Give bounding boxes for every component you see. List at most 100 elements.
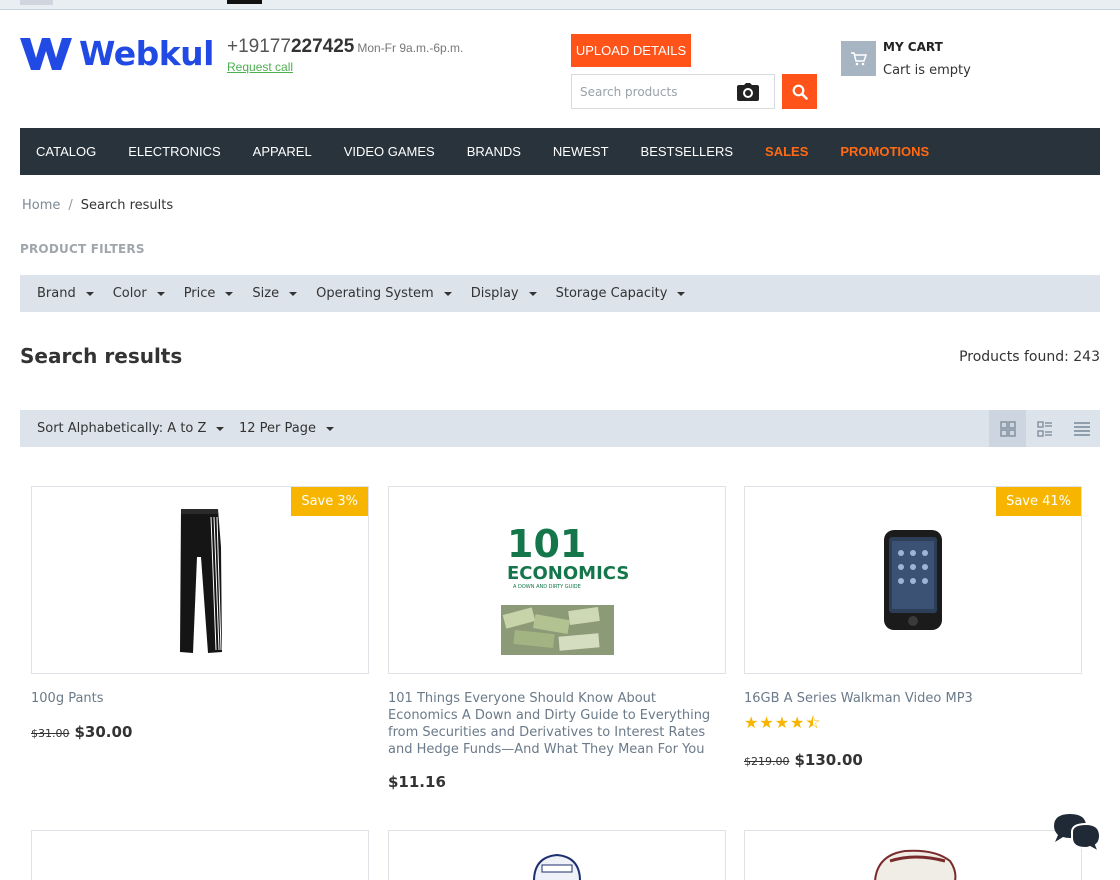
price: $30.00 [74,723,133,741]
caret-down-icon [85,291,94,296]
filter-label: Brand [37,286,76,301]
filter-price[interactable]: Price [184,286,234,301]
product-thumbnail-image [533,853,581,880]
price-row: $31.00 $30.00 [31,723,132,741]
filter-operating-system[interactable]: Operating System [316,286,452,301]
filter-size[interactable]: Size [252,286,298,301]
chat-button[interactable] [1050,812,1102,856]
save-badge: Save 3% [291,487,368,516]
filter-bar: Brand Color Price Size Operating System … [20,275,1100,312]
breadcrumb: Home / Search results [22,198,173,213]
nav-item-brands[interactable]: BRANDS [451,128,537,175]
price-row: $219.00 $130.00 [744,751,863,769]
search-box [571,74,775,109]
list-view-button[interactable] [1026,410,1063,447]
cart-status: Cart is empty [883,63,971,78]
list-icon [1036,420,1052,437]
browser-top-strip [0,0,1120,10]
old-price: $31.00 [31,727,70,740]
product-image[interactable] [744,830,1082,880]
per-page-label: 12 Per Page [239,421,316,436]
search-input[interactable] [572,75,732,108]
request-call-link[interactable]: Request call [227,60,293,74]
per-page-dropdown[interactable]: 12 Per Page [239,410,334,447]
search-icon [792,84,808,100]
compact-view-button[interactable] [1063,410,1100,447]
phone-hours: Mon-Fr 9a.m.-6p.m. [357,41,464,55]
cover-title: ECONOMICS [507,563,629,584]
caret-down-icon [677,291,686,296]
filter-label: Color [112,286,147,301]
filter-label: Price [183,286,216,301]
caret-down-icon [156,291,165,296]
filter-brand[interactable]: Brand [37,286,94,301]
product-name[interactable]: 16GB A Series Walkman Video MP3 [744,690,1082,707]
product-image-economics-book[interactable]: 101 ECONOMICS A DOWN AND DIRTY GUIDE [388,486,726,674]
site-logo[interactable]: Webkul [20,36,214,72]
price: $11.16 [388,773,446,791]
book-cover-image: 101 ECONOMICS A DOWN AND DIRTY GUIDE [500,515,629,655]
filter-label: Size [252,286,280,301]
filter-display[interactable]: Display [471,286,537,301]
grid-view-button[interactable] [989,410,1026,447]
breadcrumb-separator: / [68,198,73,213]
main-nav: CATALOG ELECTRONICS APPAREL VIDEO GAMES … [20,128,1100,175]
nav-item-sales[interactable]: SALES [749,128,824,175]
price: $130.00 [794,751,863,769]
grid-icon [999,420,1016,437]
nav-item-electronics[interactable]: ELECTRONICS [112,128,236,175]
product-image-walkman[interactable]: Save 41% [744,486,1082,674]
nav-item-video-games[interactable]: VIDEO GAMES [328,128,451,175]
phone-prefix: +19177 [227,36,291,57]
old-price: $219.00 [744,755,790,768]
logo-text: Webkul [79,34,214,73]
phone-number: +19177227425 [227,36,354,57]
cover-subtitle: A DOWN AND DIRTY GUIDE [513,584,581,590]
filter-storage-capacity[interactable]: Storage Capacity [556,286,686,301]
product-name[interactable]: 100g Pants [31,690,369,707]
webkul-logo-icon [20,38,72,70]
save-badge: Save 41% [996,487,1081,516]
product-image-pants[interactable]: Save 3% [31,486,369,674]
caret-down-icon [326,426,334,431]
product-name[interactable]: 101 Things Everyone Should Know About Ec… [388,690,726,758]
breadcrumb-home[interactable]: Home [22,198,60,213]
filter-label: Storage Capacity [555,286,668,301]
filter-label: Operating System [316,286,434,301]
camera-icon[interactable] [737,83,759,101]
caret-down-icon [216,426,225,431]
page-title: Search results [20,344,183,368]
upload-details-button[interactable]: UPLOAD DETAILS [571,34,691,67]
nav-item-bestsellers[interactable]: BESTSELLERS [625,128,750,175]
phone-main: 227425 [290,36,355,57]
nav-item-apparel[interactable]: APPAREL [237,128,328,175]
nav-item-promotions[interactable]: PROMOTIONS [824,128,945,175]
nav-item-catalog[interactable]: CATALOG [20,128,112,175]
filter-label: Display [470,286,519,301]
sort-bar: Sort Alphabetically: A to Z 12 Per Page [20,410,1100,447]
products-found-count: Products found: 243 [959,349,1100,365]
caret-down-icon [528,291,537,296]
nav-item-newest[interactable]: NEWEST [537,128,625,175]
breadcrumb-current: Search results [80,198,174,213]
sort-dropdown[interactable]: Sort Alphabetically: A to Z [37,410,225,447]
top-strip-tab-dark [227,0,262,4]
cover-number: 101 [507,522,586,566]
phone-block: +19177227425 Mon-Fr 9a.m.-6p.m. [227,36,463,58]
price-row: $11.16 [388,773,446,791]
compact-list-icon [1073,421,1090,436]
product-thumbnail-image [874,849,957,880]
product-image[interactable] [388,830,726,880]
caret-down-icon [225,291,234,296]
chat-bubbles-icon [1054,814,1102,855]
cart-button[interactable] [841,41,876,76]
sort-label: Sort Alphabetically: A to Z [37,421,207,436]
caret-down-icon [443,291,452,296]
product-filters-title: PRODUCT FILTERS [20,242,145,256]
cart-title[interactable]: MY CART [883,40,943,54]
rating-stars-icon: ★★★★⯪ [744,713,822,732]
search-button[interactable] [782,74,817,109]
filter-color[interactable]: Color [113,286,165,301]
cart-icon [850,51,867,65]
product-image[interactable] [31,830,369,880]
